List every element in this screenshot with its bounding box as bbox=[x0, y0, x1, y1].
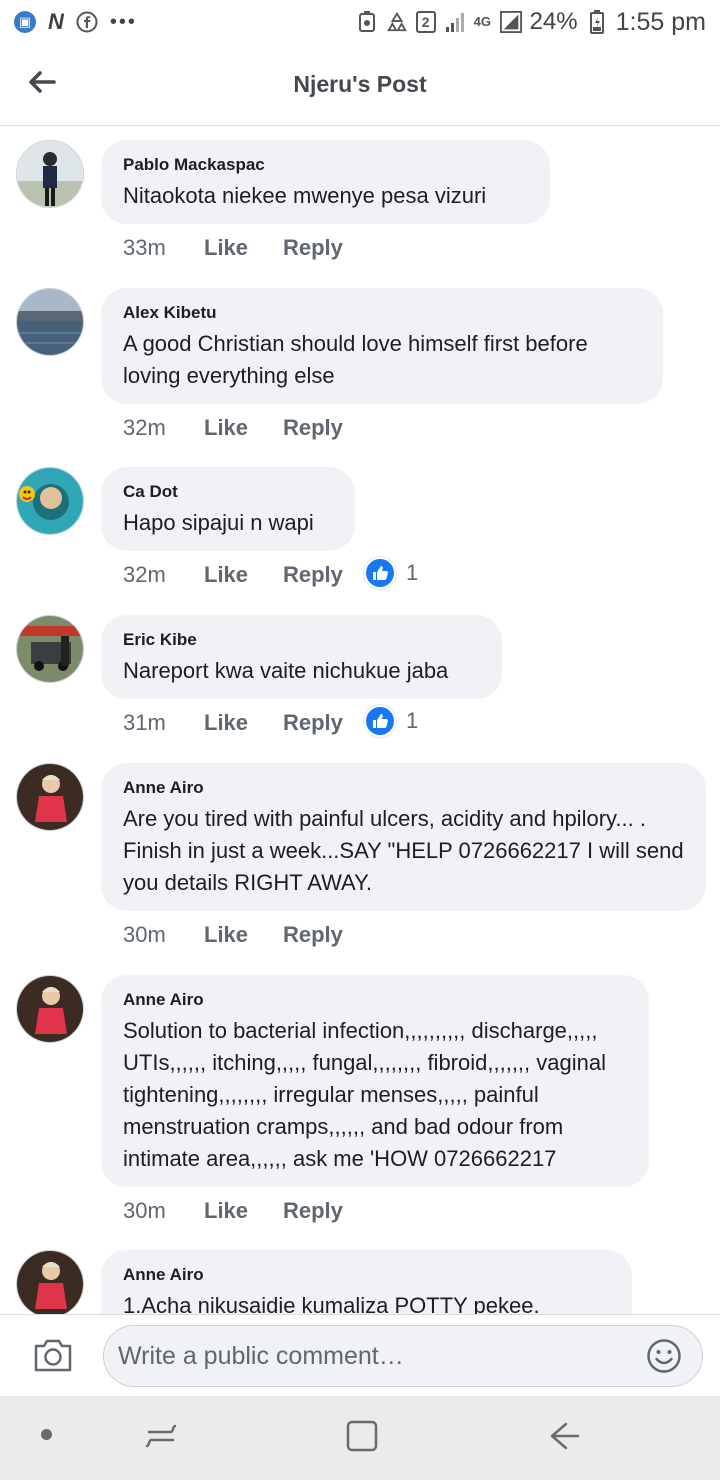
comment-actions: 32m Like Reply bbox=[123, 415, 363, 441]
reaction-summary[interactable]: 1 bbox=[364, 557, 418, 589]
comment-time[interactable]: 31m bbox=[123, 710, 204, 736]
comment-time[interactable]: 33m bbox=[123, 235, 204, 261]
app-notification-icon: ▣ bbox=[14, 11, 36, 33]
reaction-count: 1 bbox=[406, 560, 419, 585]
avatar[interactable] bbox=[16, 1250, 84, 1314]
reaction-count: 1 bbox=[406, 708, 419, 733]
avatar[interactable] bbox=[16, 140, 84, 208]
recycle-icon bbox=[386, 11, 408, 33]
comment-author[interactable]: Pablo Mackaspac bbox=[123, 154, 528, 176]
reply-button[interactable]: Reply bbox=[283, 562, 363, 588]
recent-apps-button[interactable] bbox=[143, 1418, 179, 1454]
comment-text: Are you tired with painful ulcers, acidi… bbox=[123, 806, 684, 895]
comment-actions: 33m Like Reply bbox=[123, 235, 363, 261]
nav-back-button[interactable] bbox=[546, 1418, 582, 1454]
comment-author[interactable]: Eric Kibe bbox=[123, 629, 480, 651]
comment-time[interactable]: 32m bbox=[123, 562, 204, 588]
comment-author[interactable]: Ca Dot bbox=[123, 481, 333, 503]
comment-text: Hapo sipajui n wapi bbox=[123, 510, 314, 535]
network-type: 4G bbox=[473, 14, 491, 29]
camera-button[interactable] bbox=[32, 1335, 74, 1375]
thumbs-up-icon bbox=[364, 557, 396, 589]
thumbs-up-icon bbox=[364, 705, 396, 737]
facebook-notification-icon bbox=[76, 11, 98, 33]
reply-button[interactable]: Reply bbox=[283, 235, 363, 261]
n-notification-icon: N bbox=[48, 9, 64, 34]
like-button[interactable]: Like bbox=[204, 415, 283, 441]
like-button[interactable]: Like bbox=[204, 922, 283, 948]
clock: 1:55 pm bbox=[615, 7, 706, 36]
emoji-button[interactable] bbox=[646, 1338, 682, 1374]
home-square-icon bbox=[346, 1420, 378, 1452]
comment-author[interactable]: Anne Airo bbox=[123, 777, 684, 799]
comment-text: Solution to bacterial infection,,,,,,,,,… bbox=[123, 1018, 606, 1171]
comment-bubble[interactable]: Eric Kibe Nareport kwa vaite nichukue ja… bbox=[101, 615, 502, 699]
post-header: Njeru's Post bbox=[0, 44, 720, 126]
avatar[interactable] bbox=[16, 975, 84, 1043]
status-bar: ▣ N ••• 2 4G 24% 1:55 pm bbox=[0, 0, 720, 44]
comment-bubble[interactable]: Ca Dot Hapo sipajui n wapi bbox=[101, 467, 355, 551]
avatar[interactable] bbox=[16, 763, 84, 831]
comment-text: 1.Acha nikusaidie kumaliza POTTY pekee. bbox=[123, 1293, 540, 1314]
comment-time[interactable]: 30m bbox=[123, 922, 204, 948]
comment-actions: 30m Like Reply bbox=[123, 922, 363, 948]
reaction-summary[interactable]: 1 bbox=[364, 705, 418, 737]
like-button[interactable]: Like bbox=[204, 1198, 283, 1224]
reply-button[interactable]: Reply bbox=[283, 922, 363, 948]
comment-actions: 30m Like Reply bbox=[123, 1198, 363, 1224]
avatar[interactable] bbox=[16, 467, 84, 535]
comment-time[interactable]: 30m bbox=[123, 1198, 204, 1224]
back-arrow-icon bbox=[550, 1422, 580, 1450]
battery-percent: 24% bbox=[529, 8, 578, 35]
comment-composer bbox=[0, 1314, 720, 1396]
system-navigation-bar bbox=[0, 1396, 720, 1480]
comment-text: Nareport kwa vaite nichukue jaba bbox=[123, 658, 449, 683]
comment-author[interactable]: Anne Airo bbox=[123, 989, 627, 1011]
signal-2-icon bbox=[499, 11, 522, 33]
avatar[interactable] bbox=[16, 615, 84, 683]
reply-button[interactable]: Reply bbox=[283, 415, 363, 441]
comment-author[interactable]: Alex Kibetu bbox=[123, 302, 641, 324]
comment-text: Nitaokota niekee mwenye pesa vizuri bbox=[123, 183, 487, 208]
reply-button[interactable]: Reply bbox=[283, 710, 363, 736]
more-notifications-icon: ••• bbox=[109, 10, 137, 33]
comment-text: A good Christian should love himself fir… bbox=[123, 331, 588, 388]
comments-list[interactable]: Pablo Mackaspac Nitaokota niekee mwenye … bbox=[0, 127, 720, 1314]
nav-dot-button[interactable] bbox=[41, 1429, 52, 1440]
comment-actions: 31m Like Reply bbox=[123, 710, 363, 736]
reply-button[interactable]: Reply bbox=[283, 1198, 363, 1224]
sim-icon: 2 bbox=[415, 11, 436, 33]
comment-bubble[interactable]: Alex Kibetu A good Christian should love… bbox=[101, 288, 663, 404]
camera-icon bbox=[34, 1339, 72, 1372]
home-button[interactable] bbox=[345, 1418, 379, 1454]
recent-apps-icon bbox=[145, 1424, 177, 1448]
battery-icon bbox=[586, 10, 608, 34]
comment-bubble[interactable]: Anne Airo Solution to bacterial infectio… bbox=[101, 975, 649, 1187]
signal-icon bbox=[444, 11, 466, 33]
comment-actions: 32m Like Reply bbox=[123, 562, 363, 588]
comment-input[interactable] bbox=[103, 1325, 703, 1387]
comment-bubble[interactable]: Anne Airo 1.Acha nikusaidie kumaliza POT… bbox=[101, 1250, 632, 1314]
comment-bubble[interactable]: Pablo Mackaspac Nitaokota niekee mwenye … bbox=[101, 140, 550, 224]
page-title: Njeru's Post bbox=[293, 71, 427, 97]
like-button[interactable]: Like bbox=[204, 235, 283, 261]
like-button[interactable]: Like bbox=[204, 710, 283, 736]
avatar[interactable] bbox=[16, 288, 84, 356]
storage-icon bbox=[356, 11, 378, 33]
like-button[interactable]: Like bbox=[204, 562, 283, 588]
comment-time[interactable]: 32m bbox=[123, 415, 204, 441]
comment-bubble[interactable]: Anne Airo Are you tired with painful ulc… bbox=[101, 763, 706, 911]
smiley-icon bbox=[647, 1339, 681, 1373]
comment-author[interactable]: Anne Airo bbox=[123, 1264, 610, 1286]
